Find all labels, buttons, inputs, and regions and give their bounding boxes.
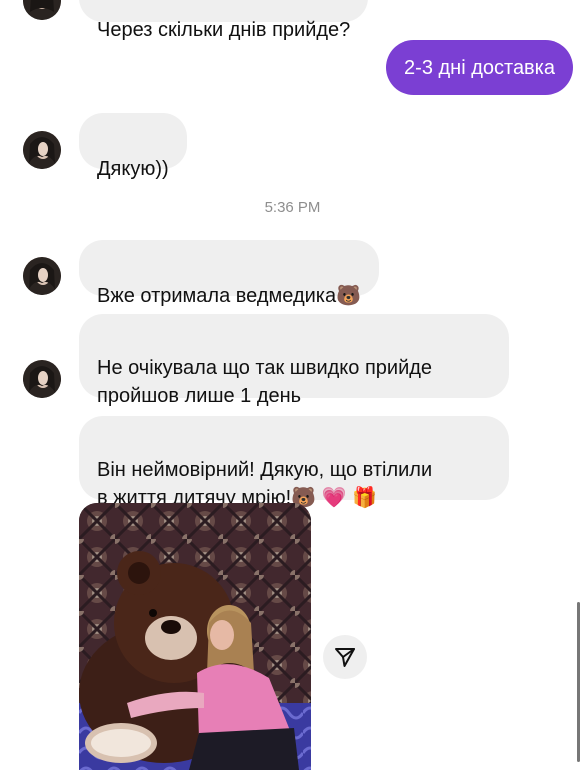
chat-thread: Через скільки днів прийде? 2-3 дні доста… — [0, 0, 585, 770]
avatar[interactable] — [23, 0, 61, 20]
message-text: 2-3 дні доставка — [404, 57, 555, 79]
outgoing-message-bubble[interactable]: 2-3 дні доставка — [386, 40, 573, 95]
avatar[interactable] — [23, 257, 61, 295]
share-button[interactable] — [323, 635, 367, 679]
message-bubble[interactable]: Не очікувала що так швидко прийде пройшо… — [79, 314, 509, 407]
avatar[interactable] — [23, 131, 61, 169]
avatar[interactable] — [23, 360, 61, 398]
scrollbar[interactable] — [577, 602, 580, 762]
paper-plane-icon — [335, 648, 355, 667]
message-bubble[interactable]: Вже отримала ведмедика🐻 — [79, 240, 380, 307]
message-text: Вже отримала ведмедика🐻 — [97, 285, 362, 307]
message-bubble[interactable]: Через скільки днів прийде? — [79, 0, 369, 41]
message-text: Дякую)) — [97, 158, 169, 180]
message-text: Через скільки днів прийде? — [97, 19, 351, 41]
message-text: Він неймовірний! Дякую, що втілили в жит… — [97, 459, 433, 509]
timestamp: 5:36 PM — [264, 199, 321, 216]
message-bubble[interactable]: Він неймовірний! Дякую, що втілили в жит… — [79, 416, 509, 509]
photo-image — [79, 503, 311, 770]
photo-attachment[interactable] — [79, 503, 311, 770]
message-bubble[interactable]: Дякую)) — [79, 113, 187, 180]
message-text: Не очікувала що так швидко прийде пройшо… — [97, 357, 433, 407]
